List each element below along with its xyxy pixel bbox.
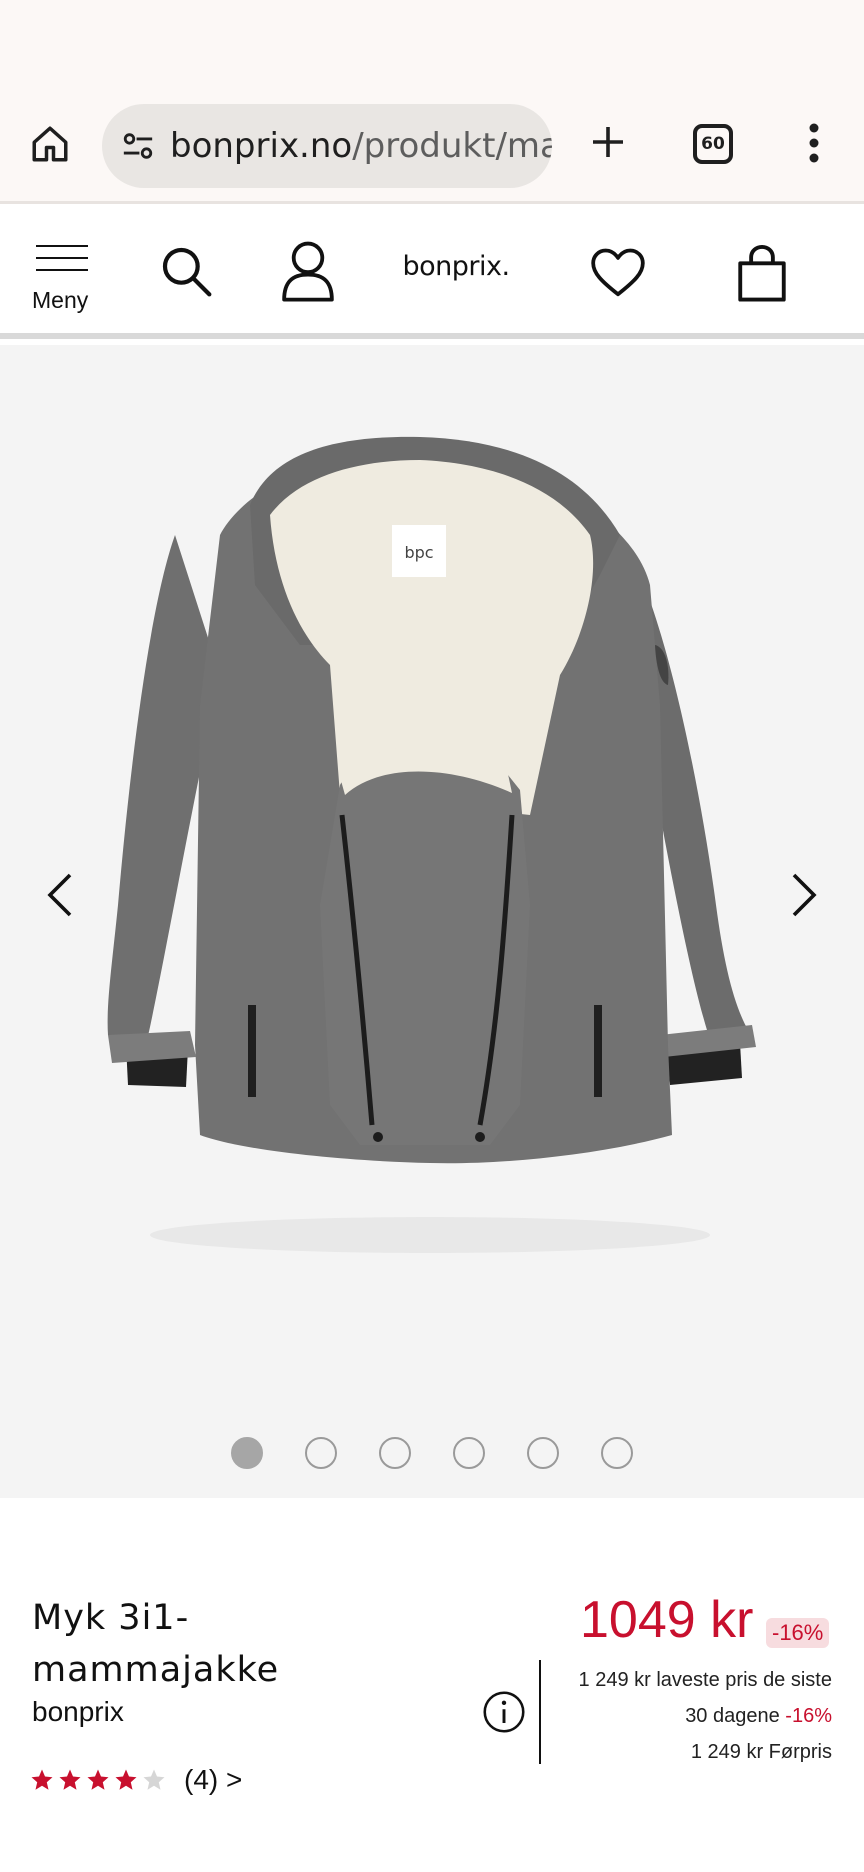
product-rating[interactable]: (4) > [30,1764,242,1796]
browser-toolbar: bonprix.no/produkt/mammajakke 60 [0,96,864,204]
lowest-price-days: 30 dagene [685,1705,780,1727]
gallery-dot-3[interactable] [379,1437,411,1469]
star-filled-icon [115,1769,137,1790]
url-text: bonprix.no/produkt/mammajakke [170,126,552,166]
site-header: Meny bonprix. [0,207,864,339]
account-button[interactable] [278,239,338,303]
gallery-dot-4[interactable] [453,1437,485,1469]
chevron-right-icon [792,873,817,917]
tab-switcher-button[interactable]: 60 [693,124,733,164]
hamburger-icon [36,245,88,271]
jacket-label-text: bpc [404,543,433,562]
gallery-dot-1[interactable] [231,1437,263,1469]
review-count-link[interactable]: (4) > [184,1764,242,1796]
product-price: 1049 kr [580,1591,754,1649]
product-image[interactable]: bpc [0,345,864,1345]
user-icon [282,241,334,302]
bonprix-logo[interactable]: bonprix. [396,251,516,291]
site-settings-icon[interactable] [118,126,158,166]
price-divider [539,1660,541,1764]
product-brand[interactable]: bonprix [32,1696,124,1728]
next-image-button[interactable] [780,865,828,925]
gallery-pagination [0,1435,864,1471]
url-path: /produkt/mammajakke [352,126,552,166]
home-icon [32,126,68,162]
info-icon [483,1691,525,1733]
star-filled-icon [87,1769,109,1790]
url-domain: bonprix.no [170,126,353,166]
lowest-price-line: 1 249 kr laveste pris de siste [578,1669,832,1691]
home-button[interactable] [26,120,74,168]
star-empty-icon [143,1769,165,1790]
menu-label: Meny [32,287,89,313]
lowest-price-discount: -16% [785,1705,832,1727]
product-gallery[interactable]: bpc [0,345,864,1498]
chevron-left-icon [47,873,72,917]
price-history: 1 249 kr laveste pris de siste 30 dagene… [548,1662,832,1770]
product-info: Myk 3i1-mammajakke bonprix (4) > 1049 kr… [0,1498,864,1872]
product-title: Myk 3i1-mammajakke [32,1598,280,1690]
search-icon [162,247,212,297]
lowest-price-days-line: 30 dagene -16% [548,1698,832,1734]
heart-icon [591,248,645,297]
shopping-bag-icon [738,244,786,302]
status-bar [0,0,864,96]
star-filled-icon [31,1769,53,1790]
browser-menu-button[interactable] [798,118,830,168]
cart-button[interactable] [734,243,790,303]
menu-button[interactable]: Meny [32,245,96,315]
price-info-button[interactable] [482,1690,526,1734]
address-bar[interactable]: bonprix.no/produkt/mammajakke [102,104,552,188]
search-button[interactable] [156,241,216,301]
wishlist-button[interactable] [588,245,648,301]
more-vert-icon [809,123,819,163]
discount-badge: -16% [766,1618,830,1648]
tab-count: 60 [701,134,725,154]
plus-icon [593,127,623,157]
gallery-dot-6[interactable] [601,1437,633,1469]
previous-image-button[interactable] [36,865,84,925]
gallery-dot-5[interactable] [527,1437,559,1469]
new-tab-button[interactable] [584,118,632,166]
star-filled-icon [59,1769,81,1790]
before-price-line: 1 249 kr Førpris [690,1741,832,1763]
page: bonprix.no/produkt/mammajakke 60 Meny [0,0,864,1872]
gallery-dot-2[interactable] [305,1437,337,1469]
